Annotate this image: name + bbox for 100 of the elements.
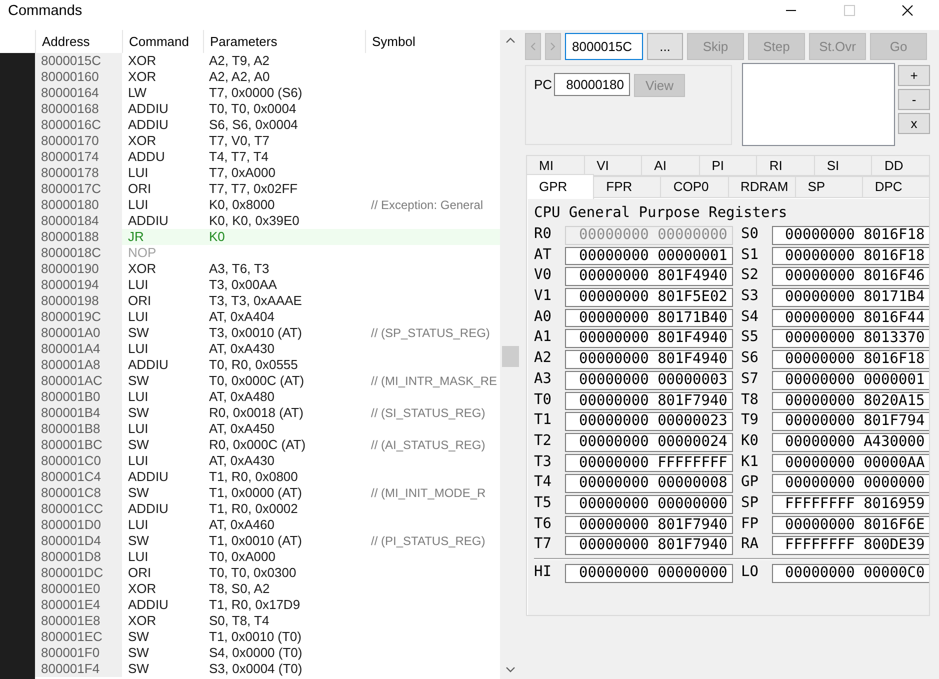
register-field[interactable]: 00000000 A430000 [772, 432, 929, 452]
breakpoint-list[interactable] [742, 63, 895, 146]
symbol-comment: // (SP_STATUS_REG) [370, 325, 490, 341]
instruction-text: LW [127, 85, 147, 101]
tab[interactable]: AI [641, 155, 700, 176]
register-field[interactable]: 00000000 00000C0 [772, 564, 929, 583]
address-cell: 800001A8 [35, 357, 122, 373]
symbol-comment: // (SI_STATUS_REG) [370, 405, 486, 421]
register-field[interactable]: 00000000 00000AA [772, 454, 929, 472]
register-field[interactable]: 00000000 801F5E02 [565, 288, 733, 307]
instruction-text: ADDIU [127, 357, 168, 373]
operands-text: T1, 0x0000 (AT) [208, 485, 302, 501]
register-field[interactable]: FFFFFFFF 800DE39 [772, 536, 929, 555]
register-field[interactable]: 00000000 8016F18 [772, 246, 929, 266]
register-field[interactable]: 00000000 00000024 [565, 432, 733, 452]
symbol-comment: // (AI_STATUS_REG) [370, 437, 486, 453]
register-field[interactable]: 00000000 FFFFFFFF [565, 454, 733, 472]
add-button[interactable]: + [898, 65, 930, 86]
register-label: LO [740, 564, 760, 582]
register-field[interactable]: FFFFFFFF 8016959 [772, 494, 929, 514]
register-label: K0 [740, 432, 760, 451]
register-field[interactable]: 00000000 801F7940 [565, 516, 733, 534]
panel-title: CPU General Purpose Registers [534, 205, 788, 221]
address-cell: 8000015C [35, 53, 122, 69]
scrollbar-thumb[interactable] [502, 346, 518, 367]
operands-text: T1, 0x0010 (T0) [208, 629, 302, 645]
register-field[interactable]: 00000000 0000000 [772, 474, 929, 493]
register-field[interactable]: 00000000 801F4940 [565, 329, 733, 348]
tab[interactable]: SI [814, 155, 872, 176]
register-field[interactable]: 00000000 8016F6E [772, 516, 929, 534]
tab[interactable]: VI [584, 155, 642, 176]
register-field[interactable]: 00000000 8013370 [772, 329, 929, 348]
register-field[interactable]: 00000000 00000000 [565, 494, 733, 514]
register-field[interactable]: 00000000 00000000 [565, 564, 733, 583]
pc-field[interactable]: 80000180 [554, 73, 630, 96]
register-field[interactable]: 00000000 00000023 [565, 412, 733, 431]
register-field[interactable]: 00000000 8016F18 [772, 350, 929, 369]
close-icon [902, 5, 912, 16]
operands-text: AT, 0xA450 [208, 421, 275, 437]
register-field[interactable]: 00000000 801F7940 [565, 392, 733, 410]
instruction-text: ADDIU [127, 213, 168, 229]
clear-button[interactable]: x [898, 113, 930, 134]
register-field[interactable]: 00000000 8016F18 [772, 226, 929, 245]
operands-text: S0, T8, T4 [208, 613, 270, 629]
address-cell: 800001A4 [35, 341, 122, 357]
address-cell: 800001A0 [35, 325, 122, 341]
operands-text: AT, 0xA430 [208, 453, 275, 469]
tab[interactable]: DD [871, 155, 930, 176]
register-label: K1 [740, 454, 760, 472]
instruction-text: SW [127, 325, 149, 341]
tab[interactable]: GPR [526, 174, 594, 199]
instruction-text: XOR [127, 581, 156, 597]
tab[interactable]: RI [756, 155, 815, 176]
address-cell: 800001B4 [35, 405, 122, 421]
register-label: S3 [740, 288, 760, 306]
register-label: HI [534, 564, 552, 582]
address-cell: 80000178 [35, 165, 122, 181]
address-cell: 80000194 [35, 277, 122, 293]
operands-text: T7, T7, 0x02FF [208, 181, 298, 197]
symbol-comment: // (MI_INIT_MODE_R [370, 485, 486, 501]
register-field[interactable]: 00000000 80171B40 [565, 308, 733, 328]
instruction-text: NOP [127, 245, 156, 261]
register-field[interactable]: 00000000 8016F44 [772, 308, 929, 328]
tab[interactable]: DPC [862, 176, 930, 198]
register-field[interactable]: 00000000 801F7940 [565, 536, 733, 555]
register-field[interactable]: 00000000 80171B4 [772, 288, 929, 307]
column-header[interactable]: Parameters [203, 30, 365, 53]
register-field[interactable]: 00000000 801F4940 [565, 267, 733, 286]
register-field[interactable]: 00000000 0000001 [772, 370, 929, 390]
address-field[interactable]: 8000015C [565, 33, 643, 60]
address-cell: 80000168 [35, 101, 122, 117]
register-field[interactable]: 00000000 8020A15 [772, 392, 929, 410]
instruction-text: LUI [127, 277, 148, 293]
instruction-text: LUI [127, 421, 148, 437]
instruction-text: SW [127, 629, 149, 645]
instruction-text: LUI [127, 197, 148, 213]
register-field[interactable]: 00000000 8016F46 [772, 267, 929, 286]
register-field[interactable]: 00000000 00000008 [565, 474, 733, 493]
instruction-text: XOR [127, 69, 156, 85]
operands-text: S4, 0x0000 (T0) [208, 645, 302, 661]
register-field[interactable]: 00000000 00000003 [565, 370, 733, 390]
register-label: S5 [740, 329, 760, 348]
column-header[interactable]: Command [122, 30, 203, 53]
register-label: V0 [534, 267, 552, 286]
tab[interactable]: PI [698, 155, 758, 176]
instruction-text: ADDIU [127, 501, 168, 517]
register-label: T6 [534, 516, 552, 534]
register-field[interactable]: 00000000 801F794 [772, 412, 929, 431]
register-field[interactable]: 00000000 00000001 [565, 246, 733, 266]
maximize-icon [844, 5, 854, 16]
browse-button[interactable]: ... [647, 33, 683, 60]
register-label: GP [740, 474, 760, 492]
chevron-right-icon [551, 43, 555, 50]
remove-button[interactable]: - [898, 89, 930, 110]
register-label: S0 [740, 226, 760, 244]
address-cell: 8000018C [35, 245, 122, 261]
register-field[interactable]: 00000000 801F4940 [565, 350, 733, 369]
instruction-text: SW [127, 485, 149, 501]
instruction-text: ADDIU [127, 101, 168, 117]
instruction-text: ORI [127, 565, 152, 581]
